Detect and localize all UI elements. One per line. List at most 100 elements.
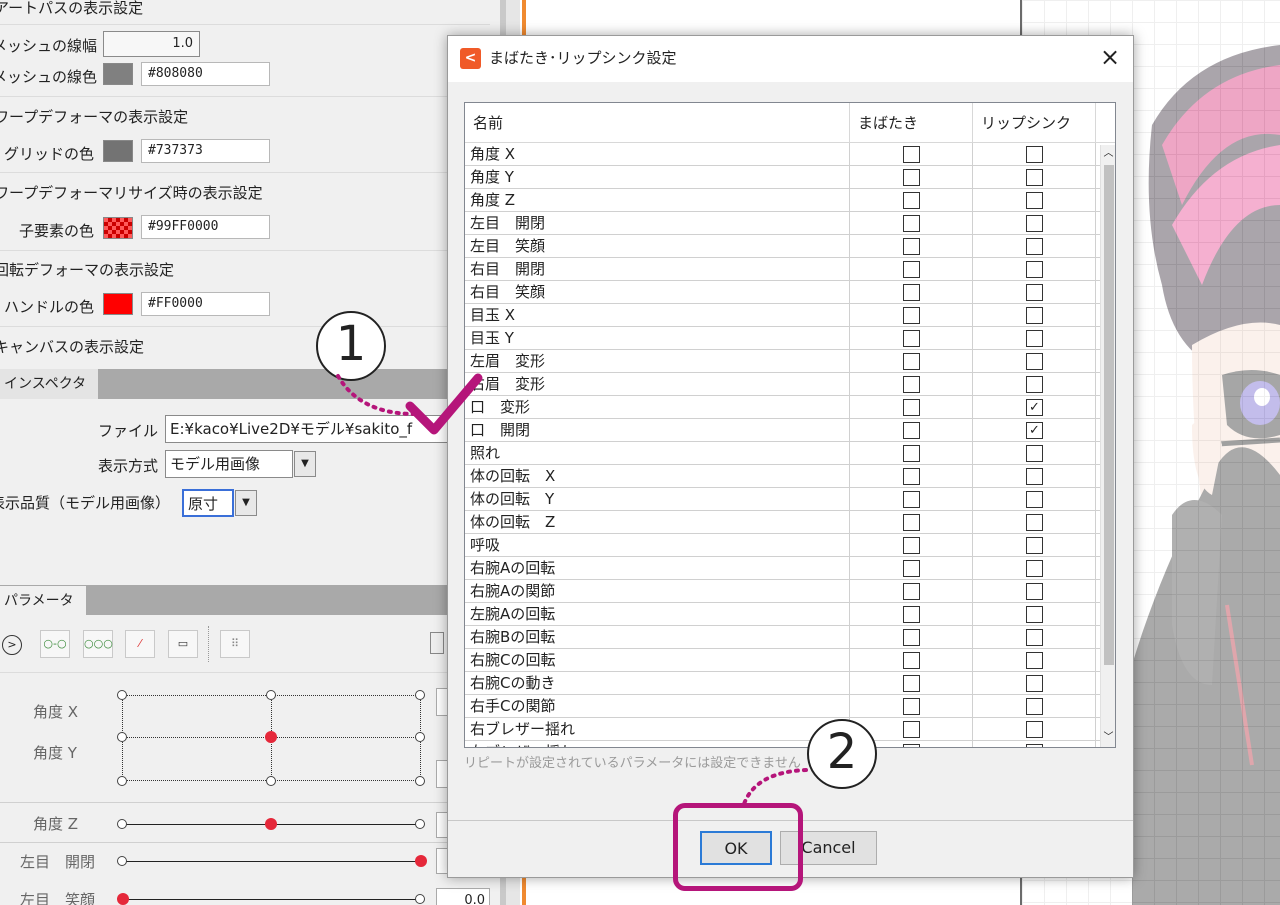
lipsync-checkbox[interactable] [1026, 169, 1043, 186]
blink-checkbox[interactable] [903, 491, 920, 508]
display-mode-select[interactable]: モデル用画像 [165, 450, 293, 478]
table-row[interactable]: 口 変形 ✓ [465, 396, 1100, 419]
key-point[interactable] [415, 894, 425, 904]
table-scrollbar[interactable]: ︿ ﹀ [1100, 145, 1115, 747]
lipsync-checkbox[interactable] [1026, 491, 1043, 508]
scroll-down-icon[interactable]: ﹀ [1101, 729, 1115, 747]
scroll-up-icon[interactable]: ︿ [1101, 145, 1115, 163]
table-row[interactable]: 右目 開閉 [465, 258, 1100, 281]
blink-checkbox[interactable] [903, 468, 920, 485]
blink-checkbox[interactable] [903, 284, 920, 301]
blink-checkbox[interactable] [903, 629, 920, 646]
lipsync-checkbox[interactable] [1026, 468, 1043, 485]
blink-checkbox[interactable] [903, 376, 920, 393]
blink-checkbox[interactable] [903, 514, 920, 531]
blink-checkbox[interactable] [903, 399, 920, 416]
current-value-marker[interactable] [265, 818, 277, 830]
lipsync-checkbox[interactable] [1026, 652, 1043, 669]
table-row[interactable]: 角度 Z [465, 189, 1100, 212]
blink-checkbox[interactable] [903, 445, 920, 462]
lipsync-checkbox[interactable] [1026, 537, 1043, 554]
table-row[interactable]: 右腕Cの回転 [465, 649, 1100, 672]
table-row[interactable]: 左目 笑顔 [465, 235, 1100, 258]
blink-checkbox[interactable] [903, 353, 920, 370]
blink-checkbox[interactable] [903, 721, 920, 738]
mesh-color-hex[interactable]: #808080 [141, 62, 270, 86]
lipsync-checkbox[interactable]: ✓ [1026, 422, 1043, 439]
blink-checkbox[interactable] [903, 215, 920, 232]
grid-color-hex[interactable]: #737373 [141, 139, 270, 163]
lipsync-checkbox[interactable] [1026, 445, 1043, 462]
handle-color-hex[interactable]: #FF0000 [141, 292, 270, 316]
chevron-down-icon[interactable]: ▼ [294, 451, 316, 477]
current-value-marker[interactable] [415, 855, 427, 867]
blink-checkbox[interactable] [903, 537, 920, 554]
lipsync-checkbox[interactable] [1026, 560, 1043, 577]
key-point[interactable] [266, 690, 276, 700]
table-row[interactable]: 体の回転 X [465, 465, 1100, 488]
lipsync-checkbox[interactable] [1026, 675, 1043, 692]
tab-inspector[interactable]: インスペクタ [0, 369, 98, 399]
key-point[interactable] [415, 776, 425, 786]
column-header-name[interactable]: 名前 [465, 103, 850, 143]
add-keys-icon[interactable]: ○○○ [83, 630, 113, 658]
remove-key-icon[interactable]: ⁄ [125, 630, 155, 658]
key-point[interactable] [117, 856, 127, 866]
add-key-icon[interactable]: ○-○ [40, 630, 70, 658]
current-value-marker[interactable] [117, 893, 129, 905]
key-point[interactable] [117, 819, 127, 829]
lipsync-checkbox[interactable] [1026, 215, 1043, 232]
column-header-blink[interactable]: まばたき [850, 103, 973, 143]
mesh-width-input[interactable]: 1.0 [103, 31, 200, 57]
table-row[interactable]: 左腕Aの回転 [465, 603, 1100, 626]
blink-checkbox[interactable] [903, 698, 920, 715]
table-row[interactable]: 左眉 変形 [465, 350, 1100, 373]
table-row[interactable]: 右目 笑顔 [465, 281, 1100, 304]
table-row[interactable]: 右眉 変形 [465, 373, 1100, 396]
lipsync-checkbox[interactable] [1026, 698, 1043, 715]
table-row[interactable]: 右手Cの関節 [465, 695, 1100, 718]
blink-checkbox[interactable] [903, 744, 920, 747]
mesh-color-swatch[interactable] [103, 63, 133, 85]
window-icon[interactable]: ▭ [168, 630, 198, 658]
blink-checkbox[interactable] [903, 422, 920, 439]
blink-checkbox[interactable] [903, 330, 920, 347]
blink-checkbox[interactable] [903, 307, 920, 324]
child-color-swatch[interactable] [103, 217, 133, 239]
lipsync-checkbox[interactable] [1026, 330, 1043, 347]
table-row[interactable]: 左ブレザー揺れ [465, 741, 1100, 747]
table-row[interactable]: 左目 開閉 [465, 212, 1100, 235]
lipsync-checkbox[interactable]: ✓ [1026, 399, 1043, 416]
close-icon[interactable]: × [1094, 42, 1126, 74]
handle-color-swatch[interactable] [103, 293, 133, 315]
key-point[interactable] [266, 776, 276, 786]
table-row[interactable]: 角度 X [465, 143, 1100, 166]
lipsync-checkbox[interactable] [1026, 261, 1043, 278]
lipsync-checkbox[interactable] [1026, 192, 1043, 209]
param-slider-track[interactable] [122, 861, 420, 862]
lipsync-checkbox[interactable] [1026, 606, 1043, 623]
scroll-thumb[interactable] [1104, 165, 1114, 665]
lipsync-checkbox[interactable] [1026, 353, 1043, 370]
table-row[interactable]: 右腕Cの動き [465, 672, 1100, 695]
blink-checkbox[interactable] [903, 146, 920, 163]
current-value-marker[interactable] [265, 731, 277, 743]
grid-color-swatch[interactable] [103, 140, 133, 162]
lipsync-checkbox[interactable] [1026, 307, 1043, 324]
blink-checkbox[interactable] [903, 652, 920, 669]
table-row[interactable]: 体の回転 Y [465, 488, 1100, 511]
table-row[interactable]: 目玉 Y [465, 327, 1100, 350]
lipsync-checkbox[interactable] [1026, 744, 1043, 747]
key-point[interactable] [117, 732, 127, 742]
grid-keys-icon[interactable]: ⠿ [220, 630, 250, 658]
quality-select[interactable]: 原寸 [182, 489, 234, 517]
table-row[interactable]: 口 開閉 ✓ [465, 419, 1100, 442]
tab-parameter[interactable]: パラメータ [0, 586, 86, 618]
column-header-lipsync[interactable]: リップシンク [973, 103, 1096, 143]
table-row[interactable]: 右腕Aの回転 [465, 557, 1100, 580]
expand-icon[interactable]: > [2, 635, 22, 655]
lipsync-checkbox[interactable] [1026, 629, 1043, 646]
pin-icon[interactable] [430, 632, 444, 654]
lipsync-checkbox[interactable] [1026, 514, 1043, 531]
blink-checkbox[interactable] [903, 192, 920, 209]
